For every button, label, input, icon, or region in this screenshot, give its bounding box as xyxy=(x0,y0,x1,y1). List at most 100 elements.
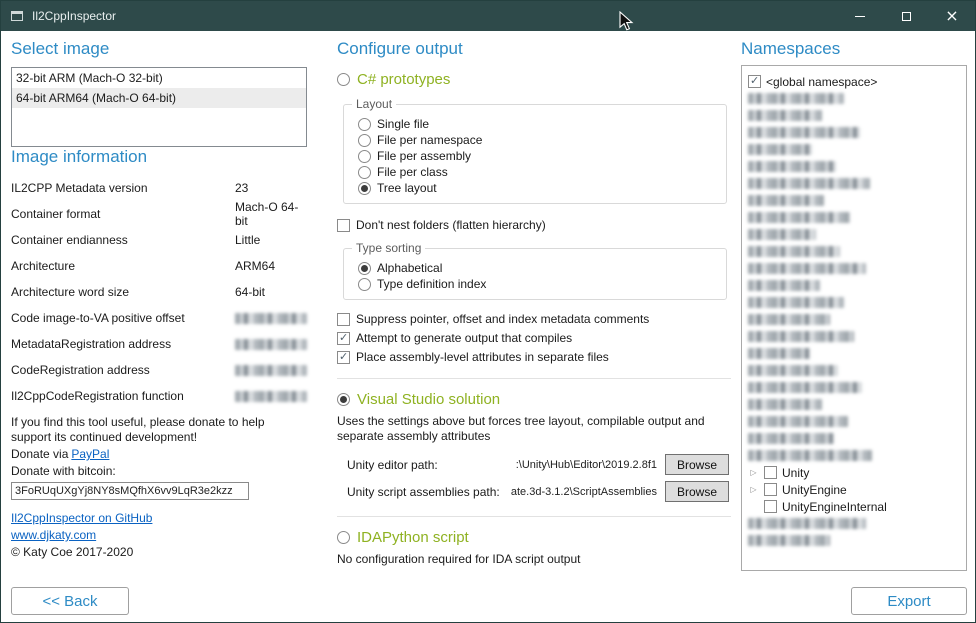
export-button[interactable]: Export xyxy=(851,587,967,615)
radio-icon xyxy=(358,278,371,291)
namespaces-panel: Namespaces <global namespace>▷Unity▷Unit… xyxy=(741,39,967,571)
namespace-item-redacted[interactable] xyxy=(748,311,960,328)
namespace-item-redacted[interactable] xyxy=(748,294,960,311)
namespace-item-redacted[interactable] xyxy=(748,362,960,379)
namespace-item-redacted[interactable] xyxy=(748,260,960,277)
radio-file-per-assembly[interactable]: File per assembly xyxy=(358,149,716,163)
image-list-item[interactable]: 64-bit ARM64 (Mach-O 64-bit) xyxy=(12,88,306,108)
namespace-list[interactable]: <global namespace> ▷Unity▷UnityEngine Unit… xyxy=(741,65,967,571)
redacted-namespace xyxy=(748,195,824,206)
radio-single-file[interactable]: Single file xyxy=(358,117,716,131)
redacted-value xyxy=(235,339,307,350)
minimize-button[interactable] xyxy=(837,1,883,31)
namespace-item-redacted[interactable] xyxy=(748,277,960,294)
radio-idapython-script[interactable]: IDAPython script xyxy=(337,529,731,546)
close-button[interactable]: × xyxy=(929,1,975,31)
unity-script-path-value[interactable]: ate.3d-3.1.2\ScriptAssemblies xyxy=(511,486,657,498)
radio-visual-studio-solution[interactable]: Visual Studio solution xyxy=(337,391,731,408)
namespace-item-redacted[interactable] xyxy=(748,141,960,158)
app-icon xyxy=(10,9,24,23)
copyright-text: © Katy Coe 2017-2020 xyxy=(11,545,307,559)
image-listbox[interactable]: 32-bit ARM (Mach-O 32-bit)64-bit ARM64 (… xyxy=(11,67,307,147)
checkbox-suppress-pointer-offset-and-index-metadata-comments[interactable]: Suppress pointer, offset and index metad… xyxy=(337,312,731,326)
namespace-item-redacted[interactable] xyxy=(748,175,960,192)
app-window: Il2CppInspector × Select image 32-bit AR… xyxy=(0,0,976,623)
radio-icon xyxy=(358,262,371,275)
namespace-item-redacted[interactable] xyxy=(748,192,960,209)
image-list-item[interactable]: 32-bit ARM (Mach-O 32-bit) xyxy=(12,68,306,88)
namespace-item-redacted[interactable] xyxy=(748,413,960,430)
maximize-button[interactable] xyxy=(883,1,929,31)
namespace-item-redacted[interactable] xyxy=(748,515,960,532)
browse-editor-path-button[interactable]: Browse xyxy=(665,454,729,475)
bitcoin-label: Donate with bitcoin: xyxy=(11,464,307,479)
radio-icon xyxy=(358,150,371,163)
radio-file-per-namespace[interactable]: File per namespace xyxy=(358,133,716,147)
paypal-link[interactable]: PayPal xyxy=(71,447,109,461)
ida-description: No configuration required for IDA script… xyxy=(337,552,731,567)
radio-icon xyxy=(337,393,350,406)
namespace-item-redacted[interactable] xyxy=(748,345,960,362)
info-label: Code image-to-VA positive offset xyxy=(11,311,235,325)
expander-icon[interactable]: ▷ xyxy=(748,486,759,494)
layout-groupbox: Layout Single fileFile per namespaceFile… xyxy=(343,104,727,204)
namespace-item-redacted[interactable] xyxy=(748,532,960,549)
radio-alphabetical[interactable]: Alphabetical xyxy=(358,261,716,275)
radio-icon xyxy=(358,118,371,131)
image-info-heading: Image information xyxy=(11,147,307,167)
info-value: 23 xyxy=(235,181,248,195)
github-link[interactable]: Il2CppInspector on GitHub xyxy=(11,511,307,525)
configure-output-heading: Configure output xyxy=(337,39,731,59)
namespace-item-unity[interactable]: ▷Unity xyxy=(748,464,960,481)
bitcoin-address-input[interactable] xyxy=(11,482,249,500)
redacted-namespace xyxy=(748,382,862,393)
radio-file-per-class[interactable]: File per class xyxy=(358,165,716,179)
radio-c-prototypes[interactable]: C# prototypes xyxy=(337,71,731,88)
checkbox-attempt-to-generate-output-that-compiles[interactable]: Attempt to generate output that compiles xyxy=(337,331,731,345)
redacted-namespace xyxy=(748,161,836,172)
unity-editor-path-label: Unity editor path: xyxy=(347,458,438,472)
namespace-item-redacted[interactable] xyxy=(748,328,960,345)
namespace-item-redacted[interactable] xyxy=(748,158,960,175)
namespace-label: UnityEngineInternal xyxy=(782,500,887,514)
radio-icon xyxy=(337,531,350,544)
namespace-item-global-namespace[interactable]: <global namespace> xyxy=(748,73,960,90)
namespace-item-redacted[interactable] xyxy=(748,209,960,226)
radio-tree-layout[interactable]: Tree layout xyxy=(358,181,716,195)
namespace-item-unityengineinternal[interactable]: UnityEngineInternal xyxy=(748,498,960,515)
checkbox-icon xyxy=(337,351,350,364)
namespace-item-redacted[interactable] xyxy=(748,379,960,396)
info-label: Container format xyxy=(11,207,235,221)
radio-icon xyxy=(358,134,371,147)
radio-icon xyxy=(358,166,371,179)
radio-label: C# prototypes xyxy=(357,71,450,88)
namespace-item-redacted[interactable] xyxy=(748,396,960,413)
back-button[interactable]: << Back xyxy=(11,587,129,615)
checkbox-don-t-nest-folders-flatten-hierarchy[interactable]: Don't nest folders (flatten hierarchy) xyxy=(337,218,731,232)
radio-label: File per class xyxy=(377,165,448,179)
info-row: ArchitectureARM64 xyxy=(11,253,307,279)
namespace-item-redacted[interactable] xyxy=(748,124,960,141)
redacted-value xyxy=(235,391,307,402)
checkbox-place-assembly-level-attributes-in-separate-files[interactable]: Place assembly-level attributes in separ… xyxy=(337,350,731,364)
unity-editor-path-row: Unity editor path: :\Unity\Hub\Editor\20… xyxy=(347,454,729,475)
layout-group-label: Layout xyxy=(352,97,396,111)
minimize-icon xyxy=(855,16,865,17)
section-separator xyxy=(337,516,731,517)
namespace-item-redacted[interactable] xyxy=(748,243,960,260)
namespace-item-unityengine[interactable]: ▷UnityEngine xyxy=(748,481,960,498)
browse-script-path-button[interactable]: Browse xyxy=(665,481,729,502)
info-label: CodeRegistration address xyxy=(11,363,235,377)
namespace-label: <global namespace> xyxy=(766,75,877,89)
namespace-item-redacted[interactable] xyxy=(748,447,960,464)
website-link[interactable]: www.djkaty.com xyxy=(11,528,307,542)
namespace-item-redacted[interactable] xyxy=(748,430,960,447)
unity-editor-path-value[interactable]: :\Unity\Hub\Editor\2019.2.8f1 xyxy=(516,459,657,471)
namespace-item-redacted[interactable] xyxy=(748,90,960,107)
radio-label: Single file xyxy=(377,117,429,131)
namespace-item-redacted[interactable] xyxy=(748,107,960,124)
expander-icon[interactable]: ▷ xyxy=(748,469,759,477)
namespace-item-redacted[interactable] xyxy=(748,226,960,243)
radio-type-definition-index[interactable]: Type definition index xyxy=(358,277,716,291)
info-row: Il2CppCodeRegistration function xyxy=(11,383,307,409)
